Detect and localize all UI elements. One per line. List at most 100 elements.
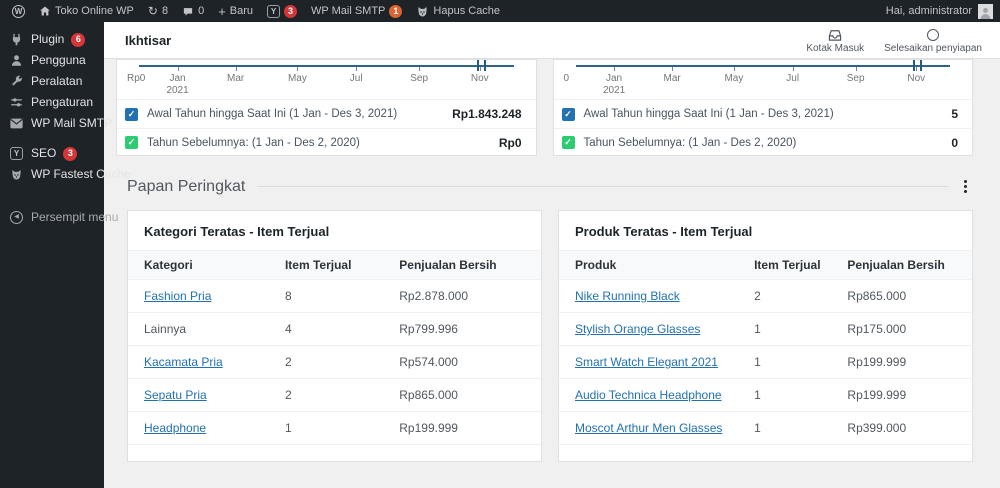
table-row: Sepatu Pria 2 Rp865.000 xyxy=(128,379,541,412)
top-products-card: Produk Teratas - Item Terjual Produk Ite… xyxy=(558,210,973,462)
category-link[interactable]: Sepatu Pria xyxy=(144,388,207,402)
items-sold-value: 8 xyxy=(284,289,292,303)
net-sales-value: Rp574.000 xyxy=(399,355,458,369)
sidebar-item-wp-mail-smtp[interactable]: WP Mail SMTP xyxy=(0,113,112,134)
series-label: Tahun Sebelumnya: (1 Jan - Des 2, 2020) xyxy=(147,136,360,149)
collapse-menu-button[interactable]: ◀ Persempit menu xyxy=(0,207,118,228)
sidebar-item-pengguna[interactable]: Pengguna xyxy=(0,50,104,71)
category-link[interactable]: Fashion Pria xyxy=(144,289,211,303)
x-tick-label: Sep xyxy=(846,73,865,84)
hapus-cache-label: Hapus Cache xyxy=(433,5,501,17)
wordpress-logo-icon: W xyxy=(12,4,25,18)
site-name-link[interactable]: Toko Online WP xyxy=(32,0,141,22)
yoast-seo-menu[interactable]: Y 3 xyxy=(260,0,304,22)
updates-icon: ↻ xyxy=(147,4,158,18)
hapus-cache-button[interactable]: Hapus Cache xyxy=(409,0,507,22)
sidebar-item-label: Peralatan xyxy=(31,74,83,88)
table-row: Moscot Arthur Men Glasses 1 Rp399.000 xyxy=(559,412,972,445)
category-link[interactable]: Kacamata Pria xyxy=(144,355,223,369)
finish-setup-button[interactable]: Selesaikan penyiapan xyxy=(884,27,982,54)
net-sales-chart[interactable]: Rp0 Jan 2021 Mar May Jul Sep Nov xyxy=(117,60,536,100)
admin-bar-right: Hai, administrator xyxy=(886,3,1000,19)
net-sales-value: Rp199.999 xyxy=(847,388,907,402)
items-sold-chart[interactable]: 0 Jan 2021 Mar May Jul Sep Nov xyxy=(553,60,972,100)
legend-row-previous-period[interactable]: Tahun Sebelumnya: (1 Jan - Des 2, 2020) … xyxy=(117,128,536,156)
legend-row-current-period[interactable]: Awal Tahun hingga Saat Ini (1 Jan - Des … xyxy=(117,100,536,128)
x-tick-label: Jul xyxy=(349,73,363,84)
setup-progress-icon xyxy=(927,28,940,41)
net-sales-value: Rp2.878.000 xyxy=(399,289,468,303)
series-checkbox[interactable] xyxy=(125,136,138,149)
avatar[interactable] xyxy=(978,3,993,19)
net-sales-value: Rp199.999 xyxy=(847,355,907,369)
legend-row-previous-period[interactable]: Tahun Sebelumnya: (1 Jan - Des 2, 2020) … xyxy=(553,128,972,156)
table-header-row: Produk Item Terjual Penjualan Bersih xyxy=(559,250,972,280)
header-actions: Kotak Masuk Selesaikan penyiapan xyxy=(806,27,982,54)
product-link[interactable]: Smart Watch Elegant 2021 xyxy=(575,355,718,369)
sidebar-item-plugin[interactable]: Plugin 6 xyxy=(0,29,104,50)
yoast-notification-badge: 3 xyxy=(284,4,298,18)
series-checkbox[interactable] xyxy=(125,107,138,121)
sidebar-item-label: Pengguna xyxy=(31,53,86,67)
updates-link[interactable]: ↻ 8 xyxy=(141,0,175,22)
net-sales-value: Rp865.000 xyxy=(399,388,458,402)
items-sold-value: 1 xyxy=(754,421,761,435)
admin-bar-left: W Toko Online WP ↻ 8 0 + Baru Y 3 WP Mai… xyxy=(0,0,507,22)
series-checkbox[interactable] xyxy=(561,107,575,121)
table-title: Kategori Teratas - Item Terjual xyxy=(144,224,330,239)
comments-link[interactable]: 0 xyxy=(175,0,211,22)
table-row: Smart Watch Elegant 2021 1 Rp199.999 xyxy=(559,346,972,379)
wordpress-menu[interactable]: W xyxy=(5,0,32,22)
series-total: 5 xyxy=(951,107,958,121)
wp-mail-smtp-menu[interactable]: WP Mail SMTP 1 xyxy=(304,0,409,22)
wp-mail-smtp-badge: 1 xyxy=(389,4,403,18)
series-checkbox[interactable] xyxy=(561,136,575,149)
comment-icon xyxy=(183,7,193,16)
table-row: Kacamata Pria 2 Rp574.000 xyxy=(128,346,541,379)
sidebar-item-seo[interactable]: Y SEO 3 xyxy=(0,143,104,164)
sidebar-item-peralatan[interactable]: Peralatan xyxy=(0,71,104,92)
yoast-icon: Y xyxy=(267,4,281,18)
product-link[interactable]: Stylish Orange Glasses xyxy=(575,322,700,336)
column-header-category: Kategori xyxy=(144,258,193,272)
sidebar-separator xyxy=(0,134,104,143)
table-header-row: Kategori Item Terjual Penjualan Bersih xyxy=(128,250,541,280)
main-content: Ikhtisar Kotak Masuk Selesaikan penyiapa… xyxy=(104,22,1000,488)
items-sold-value: 1 xyxy=(284,421,292,435)
column-header-product: Produk xyxy=(575,258,617,272)
product-link[interactable]: Nike Running Black xyxy=(575,289,680,303)
table-row: Fashion Pria 8 Rp2.878.000 xyxy=(128,280,541,313)
product-link[interactable]: Audio Technica Headphone xyxy=(575,388,722,402)
user-greeting[interactable]: Hai, administrator xyxy=(886,5,972,17)
x-tick-label: May xyxy=(724,73,744,84)
page-header: Ikhtisar Kotak Masuk Selesaikan penyiapa… xyxy=(104,22,1000,59)
sidebar-item-label: Plugin xyxy=(31,32,65,46)
series-total: Rp1.843.248 xyxy=(452,107,522,121)
net-sales-chart-card: Rp0 Jan2021 Mar May Jul Sep Nov Awal Tah… xyxy=(116,59,537,156)
net-sales-value: Rp199.999 xyxy=(399,421,458,435)
items-sold-value: 2 xyxy=(284,388,292,402)
section-menu-button[interactable] xyxy=(960,177,971,196)
new-content-button[interactable]: + Baru xyxy=(211,0,260,22)
person-icon xyxy=(980,7,991,19)
x-tick-label: Mar xyxy=(226,73,245,84)
plugin-badge: 6 xyxy=(71,32,86,47)
sidebar-item-label: SEO xyxy=(31,146,57,160)
product-link[interactable]: Moscot Arthur Men Glasses xyxy=(575,421,722,435)
y-axis-label: 0 xyxy=(563,73,570,84)
column-header-items-sold: Item Terjual xyxy=(284,258,352,272)
items-sold-value: 1 xyxy=(754,388,761,402)
column-header-net-sales: Penjualan Bersih xyxy=(847,258,945,272)
new-label: Baru xyxy=(229,5,254,17)
table-row: Headphone 1 Rp199.999 xyxy=(128,412,541,445)
legend-row-current-period[interactable]: Awal Tahun hingga Saat Ini (1 Jan - Des … xyxy=(554,100,973,128)
category-link[interactable]: Headphone xyxy=(144,421,206,435)
collapse-menu-label: Persempit menu xyxy=(31,210,119,224)
inbox-label: Kotak Masuk xyxy=(806,42,865,54)
inbox-button[interactable]: Kotak Masuk xyxy=(806,27,864,54)
items-sold-chart-card: 0 Jan2021 Mar May Jul Sep Nov Awal Tahun… xyxy=(552,59,973,156)
sidebar-item-wp-fastest-cache[interactable]: WP Fastest Cache xyxy=(0,164,131,185)
series-total: Rp0 xyxy=(498,135,522,150)
sidebar-item-pengaturan[interactable]: Pengaturan xyxy=(0,92,104,113)
top-categories-card: Kategori Teratas - Item Terjual Kategori… xyxy=(127,210,542,462)
